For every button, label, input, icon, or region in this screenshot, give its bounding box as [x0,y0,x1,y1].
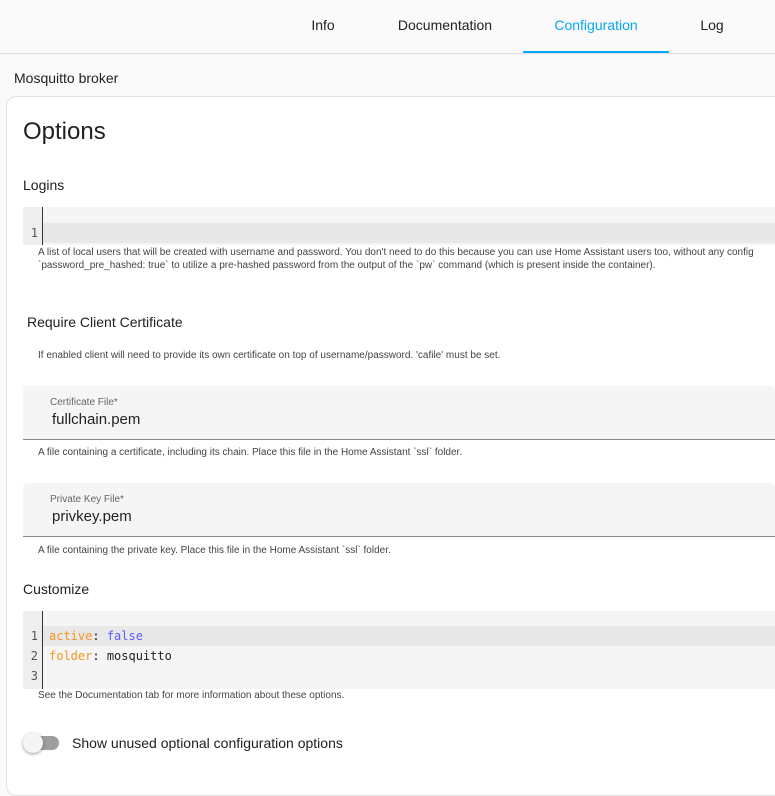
line-number: 1 [30,226,38,240]
addon-name: Mosquitto broker [14,70,119,86]
certificate-file-label: Certificate File* [50,397,118,408]
logins-editor[interactable]: 1 [23,207,775,245]
yaml-sep: : [92,629,107,643]
customize-description: See the Documentation tab for more infor… [38,690,345,701]
logins-description: A list of local users that will be creat… [38,247,754,258]
line-number: 2 [30,649,38,663]
editor-line[interactable]: folder: mosquitto [43,646,775,666]
logins-label: Logins [23,177,65,193]
private-key-file-field[interactable]: Private Key File* privkey.pem [23,483,775,537]
toggle-knob [23,733,43,753]
yaml-key: folder [49,649,93,663]
tab-info[interactable]: Info [300,0,346,53]
logins-description-2: `password_pre_hashed: true` to utilize a… [38,260,656,271]
certificate-file-field[interactable]: Certificate File* fullchain.pem [23,386,775,440]
certificate-file-value[interactable]: fullchain.pem [52,411,140,428]
private-key-file-value[interactable]: privkey.pem [52,508,132,525]
certificate-file-description: A file containing a certificate, includi… [38,447,463,458]
yaml-sep: : [92,649,107,663]
yaml-value: mosquitto [106,649,172,663]
yaml-value: false [106,629,143,643]
tab-documentation[interactable]: Documentation [380,0,510,53]
require-cert-label[interactable]: Require Client Certificate [27,314,183,330]
tab-log[interactable]: Log [690,0,734,53]
editor-line[interactable]: active: false [43,626,775,646]
line-number: 3 [30,669,38,683]
tab-bar: Info Documentation Configuration Log [0,0,775,54]
customize-editor[interactable]: active: false folder: mosquitto 1 2 3 [23,611,775,689]
line-number: 1 [30,629,38,643]
editor-line[interactable] [43,223,775,243]
require-cert-description: If enabled client will need to provide i… [38,350,501,361]
customize-label: Customize [23,581,90,597]
tab-configuration[interactable]: Configuration [523,0,669,53]
card-title: Options [23,118,106,145]
private-key-file-description: A file containing the private key. Place… [38,545,391,556]
private-key-file-label: Private Key File* [50,494,124,505]
yaml-key: active [49,629,93,643]
show-unused-label: Show unused optional configuration optio… [72,735,343,751]
show-unused-toggle[interactable] [23,733,59,753]
